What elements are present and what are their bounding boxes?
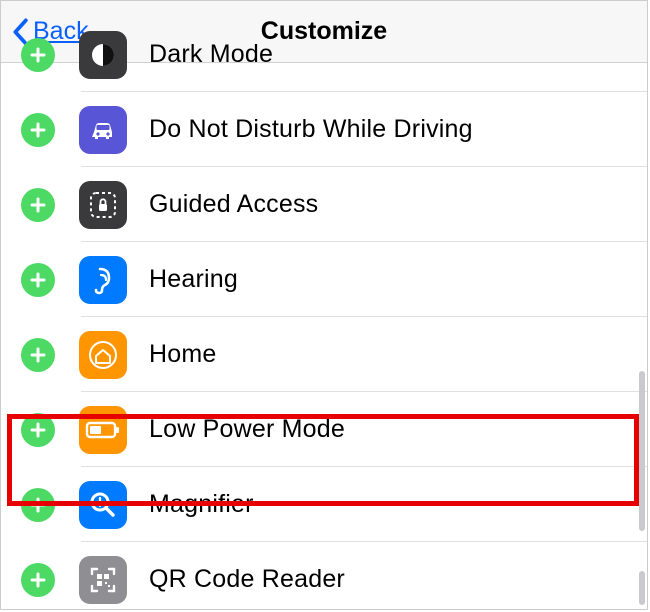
settings-customize-screen: Back Customize Dark Mode xyxy=(0,0,648,610)
plus-icon xyxy=(29,121,47,139)
car-icon xyxy=(79,106,127,154)
controls-list: Dark Mode Do Not Disturb While Driving xyxy=(1,17,647,610)
list-item-hearing[interactable]: Hearing xyxy=(1,242,647,317)
add-button[interactable] xyxy=(21,563,55,597)
list-item-dnd-driving[interactable]: Do Not Disturb While Driving xyxy=(1,92,647,167)
plus-icon xyxy=(29,571,47,589)
list-item-low-power-mode[interactable]: Low Power Mode xyxy=(1,392,647,467)
add-button[interactable] xyxy=(21,413,55,447)
add-button[interactable] xyxy=(21,113,55,147)
list-item-label: Magnifier xyxy=(149,490,254,519)
list-item-label: Hearing xyxy=(149,265,238,294)
add-button[interactable] xyxy=(21,338,55,372)
plus-icon xyxy=(29,421,47,439)
list-item-label: Low Power Mode xyxy=(149,415,345,444)
add-button[interactable] xyxy=(21,188,55,222)
list-item-label: Dark Mode xyxy=(149,40,273,69)
add-button[interactable] xyxy=(21,488,55,522)
list-item-guided-access[interactable]: Guided Access xyxy=(1,167,647,242)
list-item-qr-code-reader[interactable]: QR Code Reader xyxy=(1,542,647,610)
qr-code-icon xyxy=(79,556,127,604)
plus-icon xyxy=(29,271,47,289)
battery-icon xyxy=(79,406,127,454)
guided-access-icon xyxy=(79,181,127,229)
dark-mode-icon xyxy=(79,31,127,79)
ear-icon xyxy=(79,256,127,304)
list-item-label: QR Code Reader xyxy=(149,565,345,594)
list-item-label: Do Not Disturb While Driving xyxy=(149,115,473,144)
add-button[interactable] xyxy=(21,263,55,297)
plus-icon xyxy=(29,496,47,514)
plus-icon xyxy=(29,196,47,214)
plus-icon xyxy=(29,346,47,364)
list-item-label: Home xyxy=(149,340,217,369)
scrollbar[interactable] xyxy=(639,571,645,605)
scrollbar[interactable] xyxy=(639,371,645,531)
plus-icon xyxy=(29,46,47,64)
list-item-home[interactable]: Home xyxy=(1,317,647,392)
list-item-label: Guided Access xyxy=(149,190,318,219)
magnifier-icon xyxy=(79,481,127,529)
add-button[interactable] xyxy=(21,38,55,72)
list-item-dark-mode[interactable]: Dark Mode xyxy=(1,17,647,92)
list-item-magnifier[interactable]: Magnifier xyxy=(1,467,647,542)
home-icon xyxy=(79,331,127,379)
